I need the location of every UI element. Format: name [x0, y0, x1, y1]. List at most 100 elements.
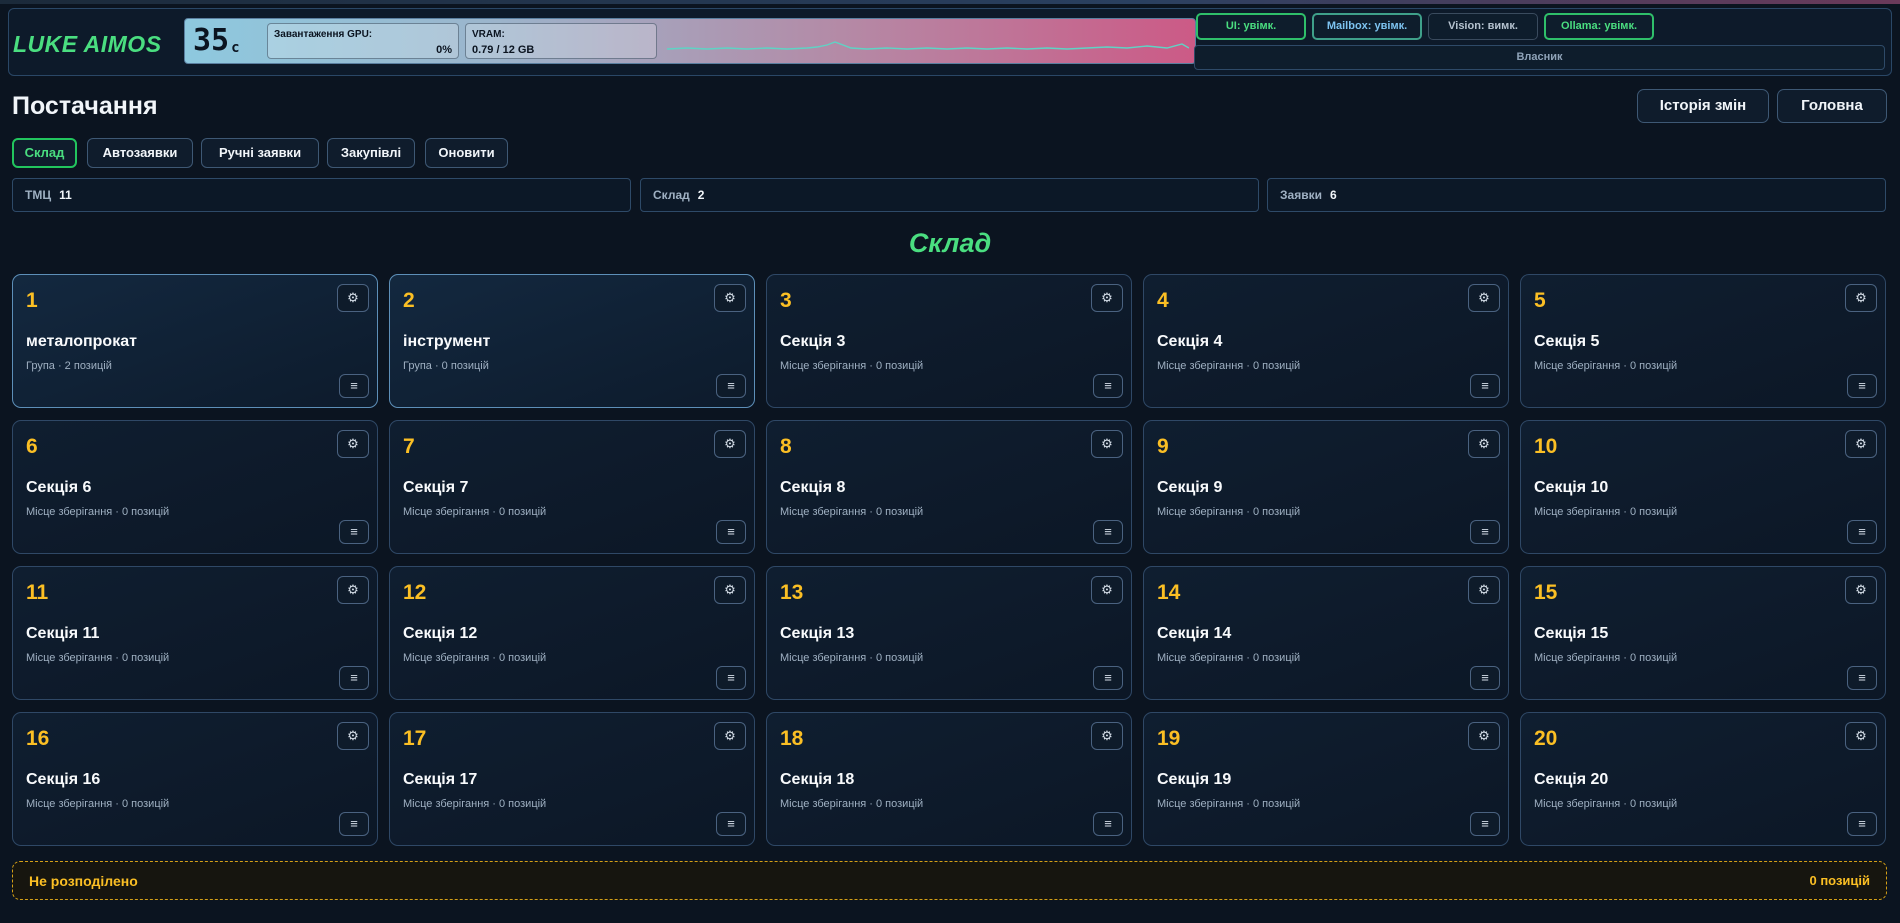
- menu-icon[interactable]: ≡: [1847, 520, 1877, 544]
- card-number: 15: [1534, 581, 1558, 604]
- tab-warehouse[interactable]: Склад: [12, 138, 77, 168]
- menu-icon[interactable]: ≡: [339, 520, 369, 544]
- card-name: Секція 10: [1534, 479, 1609, 496]
- storage-card[interactable]: 17 ⚙ Секція 17 Місце зберігання · 0 позицій…: [389, 712, 755, 846]
- gear-icon[interactable]: ⚙: [337, 576, 369, 604]
- vram-value: 0.79 / 12 GB: [472, 44, 535, 56]
- menu-icon[interactable]: ≡: [1093, 812, 1123, 836]
- menu-icon[interactable]: ≡: [1470, 666, 1500, 690]
- card-meta: Місце зберігання · 0 позицій: [1534, 360, 1678, 372]
- unassigned-bar[interactable]: Не розподілено 0 позицій: [12, 861, 1887, 900]
- gear-icon[interactable]: ⚙: [1091, 576, 1123, 604]
- storage-card[interactable]: 6 ⚙ Секція 6 Місце зберігання · 0 позицій ≡: [12, 420, 378, 554]
- menu-icon[interactable]: ≡: [339, 666, 369, 690]
- storage-card[interactable]: 8 ⚙ Секція 8 Місце зберігання · 0 позицій ≡: [766, 420, 1132, 554]
- menu-icon[interactable]: ≡: [1847, 666, 1877, 690]
- mailbox-status-pill[interactable]: Mailbox: увімк.: [1312, 13, 1422, 40]
- storage-card[interactable]: 12 ⚙ Секція 12 Місце зберігання · 0 позицій…: [389, 566, 755, 700]
- card-name: Секція 20: [1534, 771, 1609, 788]
- storage-card[interactable]: 13 ⚙ Секція 13 Місце зберігання · 0 позицій…: [766, 566, 1132, 700]
- app-brand: LUKE AIMOS: [13, 31, 162, 57]
- tab-manual-requests[interactable]: Ручні заявки: [201, 138, 319, 168]
- card-number: 8: [780, 435, 792, 458]
- gear-icon[interactable]: ⚙: [714, 430, 746, 458]
- ollama-status-pill[interactable]: Ollama: увімк.: [1544, 13, 1654, 40]
- gear-icon[interactable]: ⚙: [1845, 430, 1877, 458]
- menu-icon[interactable]: ≡: [1847, 374, 1877, 398]
- storage-card[interactable]: 11 ⚙ Секція 11 Місце зберігання · 0 позицій…: [12, 566, 378, 700]
- menu-icon[interactable]: ≡: [339, 812, 369, 836]
- card-meta: Місце зберігання · 0 позицій: [1157, 652, 1301, 664]
- gpu-load-value: 0%: [436, 44, 452, 56]
- card-meta: Місце зберігання · 0 позицій: [403, 506, 547, 518]
- storage-card[interactable]: 9 ⚙ Секція 9 Місце зберігання · 0 позицій ≡: [1143, 420, 1509, 554]
- card-name: Секція 9: [1157, 479, 1223, 496]
- gear-icon[interactable]: ⚙: [1845, 576, 1877, 604]
- storage-card[interactable]: 14 ⚙ Секція 14 Місце зберігання · 0 позицій…: [1143, 566, 1509, 700]
- gear-icon[interactable]: ⚙: [337, 430, 369, 458]
- menu-icon[interactable]: ≡: [1847, 812, 1877, 836]
- menu-icon[interactable]: ≡: [1093, 666, 1123, 690]
- menu-icon[interactable]: ≡: [716, 666, 746, 690]
- gear-icon[interactable]: ⚙: [714, 284, 746, 312]
- card-number: 4: [1157, 289, 1169, 312]
- card-meta: Місце зберігання · 0 позицій: [1157, 360, 1301, 372]
- tab-purchases[interactable]: Закупівлі: [327, 138, 415, 168]
- change-history-button[interactable]: Історія змін: [1637, 89, 1769, 123]
- gear-icon[interactable]: ⚙: [337, 284, 369, 312]
- top-bar: LUKE AIMOS 35 c Завантаження GPU: 0% VRAM…: [8, 8, 1892, 76]
- gear-icon[interactable]: ⚙: [1468, 430, 1500, 458]
- gear-icon[interactable]: ⚙: [1845, 722, 1877, 750]
- gear-icon[interactable]: ⚙: [1091, 284, 1123, 312]
- storage-card[interactable]: 16 ⚙ Секція 16 Місце зберігання · 0 позицій…: [12, 712, 378, 846]
- group-card[interactable]: 1 ⚙ металопрокат Група · 2 позицій ≡: [12, 274, 378, 408]
- stat-label: ТМЦ: [25, 188, 52, 202]
- vram-gauge: VRAM: 0.79 / 12 GB: [465, 23, 657, 59]
- refresh-button[interactable]: Оновити: [425, 138, 508, 168]
- card-number: 2: [403, 289, 415, 312]
- storage-card[interactable]: 4 ⚙ Секція 4 Місце зберігання · 0 позицій ≡: [1143, 274, 1509, 408]
- card-name: Секція 15: [1534, 625, 1609, 642]
- card-meta: Місце зберігання · 0 позицій: [26, 506, 170, 518]
- storage-card[interactable]: 15 ⚙ Секція 15 Місце зберігання · 0 позицій…: [1520, 566, 1886, 700]
- home-button[interactable]: Головна: [1777, 89, 1887, 123]
- ui-status-pill[interactable]: UI: увімк.: [1196, 13, 1306, 40]
- gear-icon[interactable]: ⚙: [714, 576, 746, 604]
- menu-icon[interactable]: ≡: [716, 374, 746, 398]
- top-accent-line: [0, 0, 1900, 4]
- menu-icon[interactable]: ≡: [1093, 374, 1123, 398]
- gear-icon[interactable]: ⚙: [337, 722, 369, 750]
- card-name: Секція 11: [26, 625, 100, 642]
- card-name: Секція 7: [403, 479, 469, 496]
- gear-icon[interactable]: ⚙: [1468, 576, 1500, 604]
- storage-card[interactable]: 19 ⚙ Секція 19 Місце зберігання · 0 позицій…: [1143, 712, 1509, 846]
- gear-icon[interactable]: ⚙: [1845, 284, 1877, 312]
- storage-card[interactable]: 5 ⚙ Секція 5 Місце зберігання · 0 позицій ≡: [1520, 274, 1886, 408]
- group-card[interactable]: 2 ⚙ інструмент Група · 0 позицій ≡: [389, 274, 755, 408]
- gear-icon[interactable]: ⚙: [714, 722, 746, 750]
- storage-card[interactable]: 7 ⚙ Секція 7 Місце зберігання · 0 позицій ≡: [389, 420, 755, 554]
- menu-icon[interactable]: ≡: [339, 374, 369, 398]
- gear-icon[interactable]: ⚙: [1091, 722, 1123, 750]
- gear-icon[interactable]: ⚙: [1468, 722, 1500, 750]
- storage-card[interactable]: 20 ⚙ Секція 20 Місце зберігання · 0 позицій…: [1520, 712, 1886, 846]
- gear-icon[interactable]: ⚙: [1468, 284, 1500, 312]
- card-number: 5: [1534, 289, 1546, 312]
- card-number: 6: [26, 435, 38, 458]
- menu-icon[interactable]: ≡: [1470, 520, 1500, 544]
- gear-icon[interactable]: ⚙: [1091, 430, 1123, 458]
- vision-status-pill[interactable]: Vision: вимк.: [1428, 13, 1538, 40]
- card-name: Секція 6: [26, 479, 92, 496]
- menu-icon[interactable]: ≡: [1470, 812, 1500, 836]
- stat-value: 2: [697, 188, 705, 202]
- menu-icon[interactable]: ≡: [1093, 520, 1123, 544]
- card-name: Секція 14: [1157, 625, 1232, 642]
- storage-card[interactable]: 3 ⚙ Секція 3 Місце зберігання · 0 позицій ≡: [766, 274, 1132, 408]
- tab-auto-requests[interactable]: Автозаявки: [87, 138, 193, 168]
- card-name: Секція 19: [1157, 771, 1232, 788]
- menu-icon[interactable]: ≡: [716, 812, 746, 836]
- menu-icon[interactable]: ≡: [716, 520, 746, 544]
- menu-icon[interactable]: ≡: [1470, 374, 1500, 398]
- storage-card[interactable]: 18 ⚙ Секція 18 Місце зберігання · 0 позицій…: [766, 712, 1132, 846]
- storage-card[interactable]: 10 ⚙ Секція 10 Місце зберігання · 0 позицій…: [1520, 420, 1886, 554]
